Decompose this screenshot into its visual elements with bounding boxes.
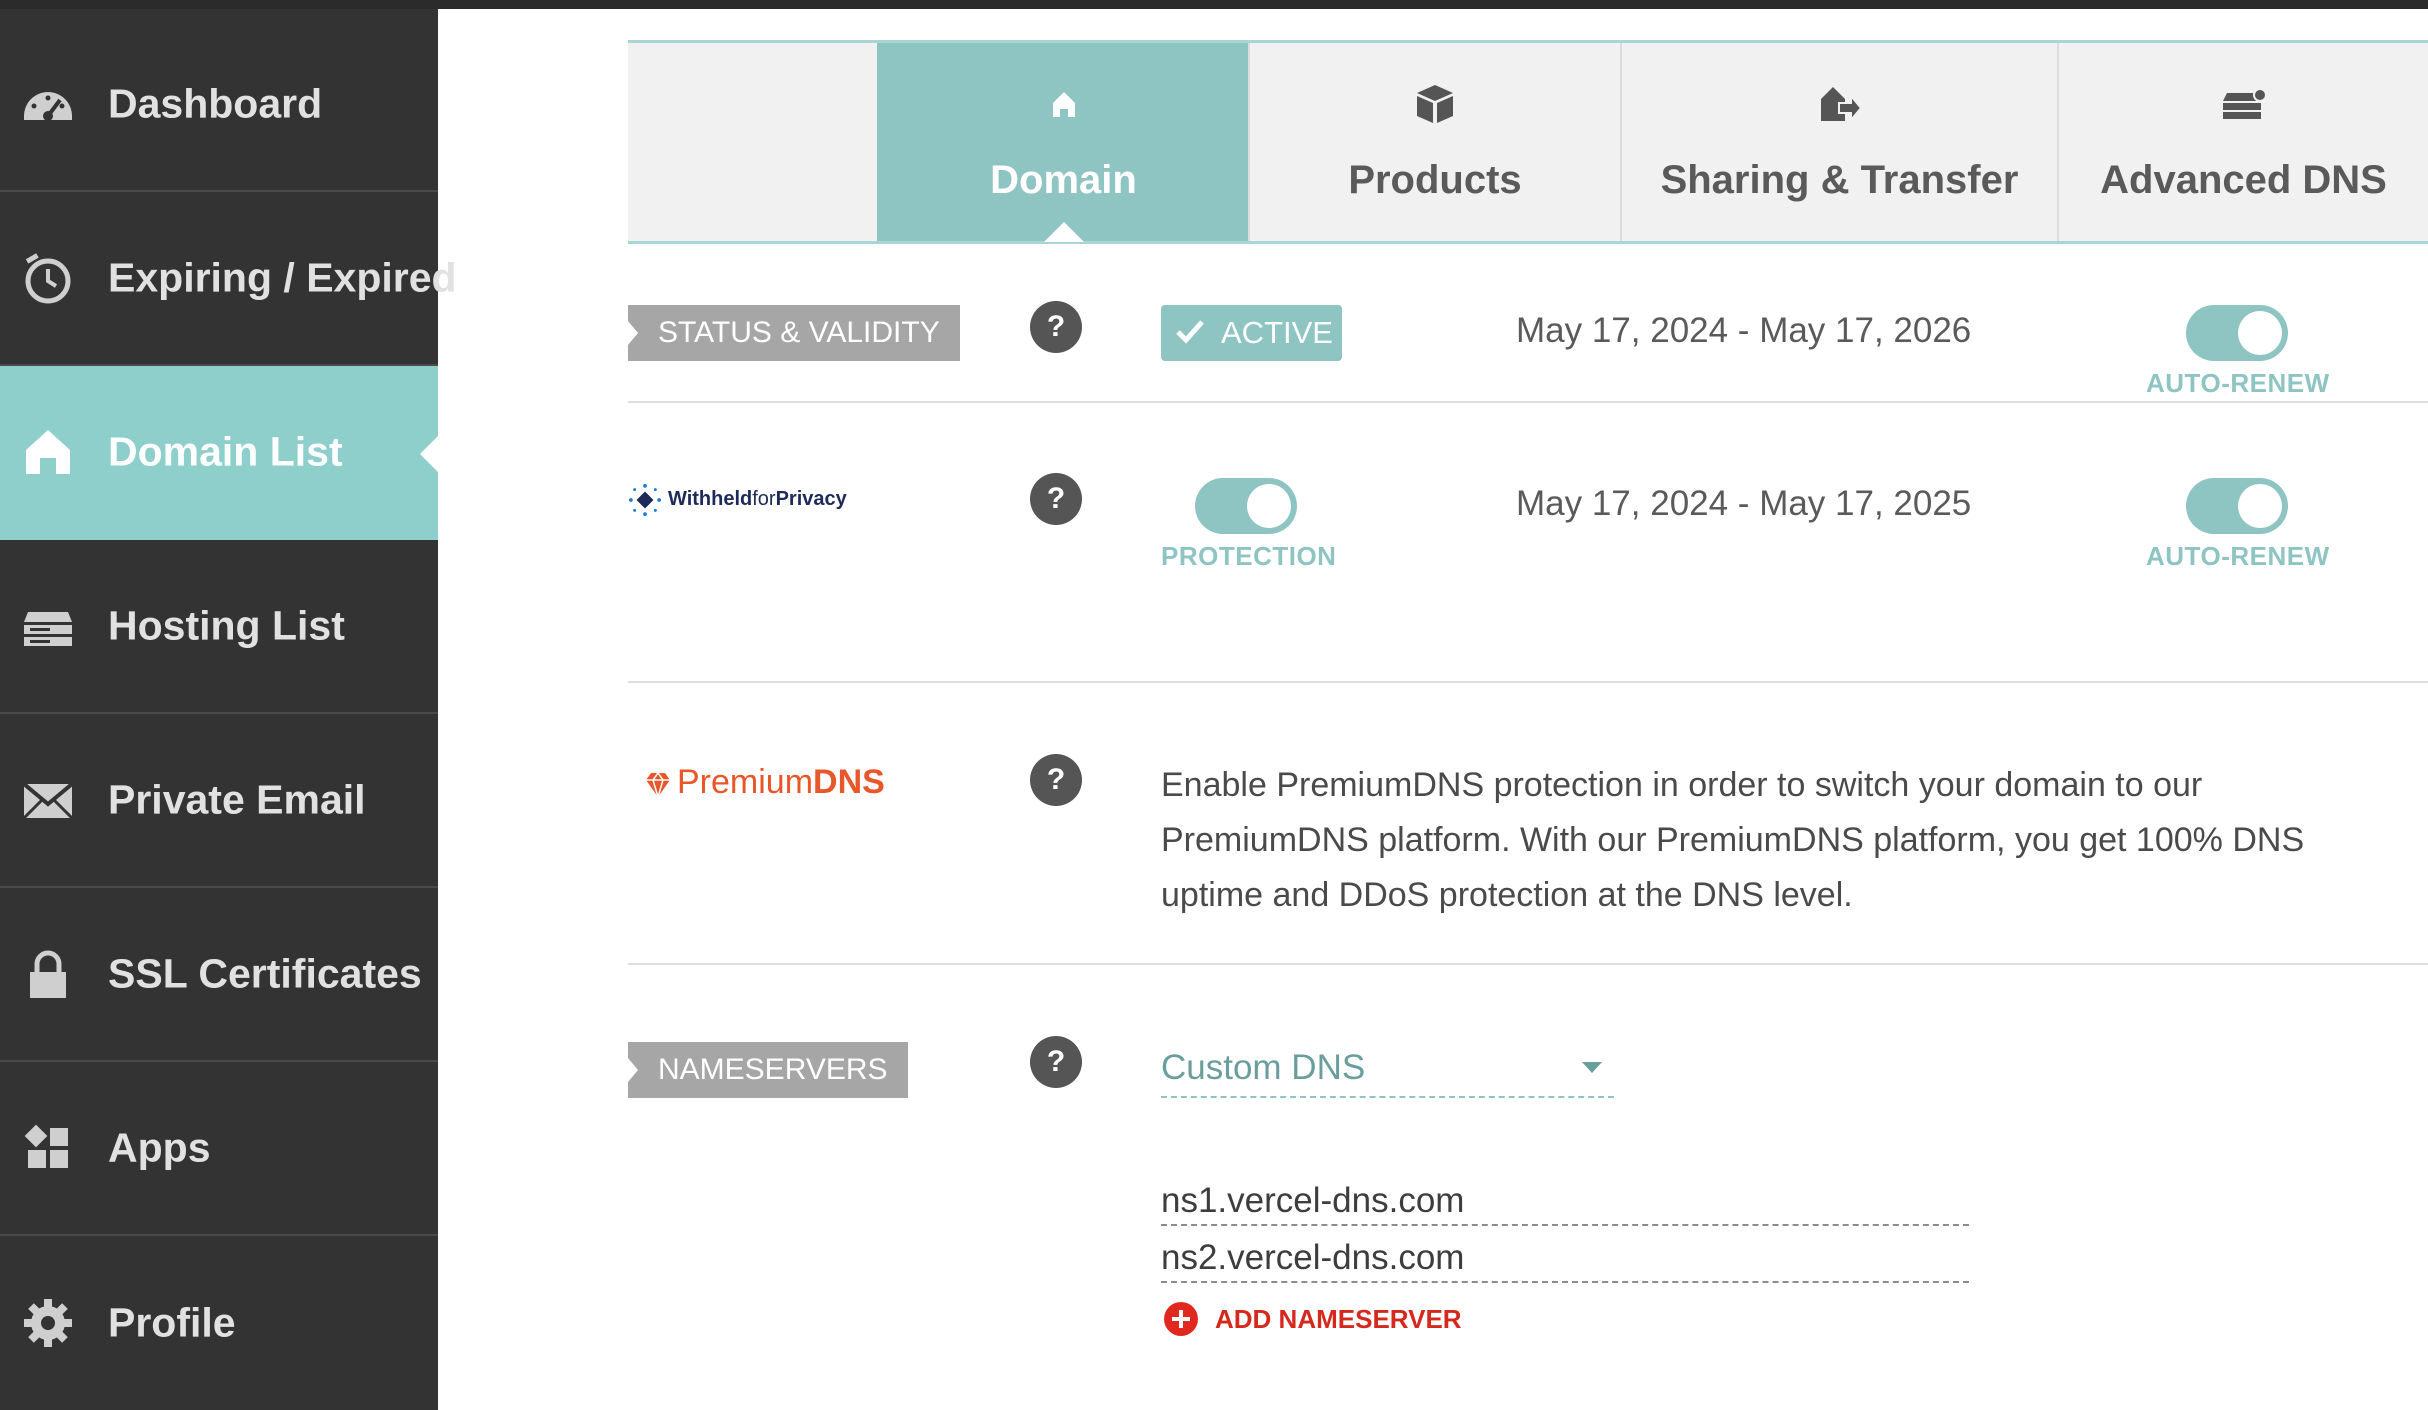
sidebar-item-label: Hosting List xyxy=(108,602,345,649)
sidebar-item-label: Profile xyxy=(108,1299,236,1346)
timer-icon xyxy=(25,253,71,304)
sidebar-item-label: Expiring / Expired xyxy=(108,254,457,301)
sidebar-item-label: Domain List xyxy=(108,428,343,475)
share-transfer-icon xyxy=(1820,87,1862,123)
premiumdns-description: Enable PremiumDNS protection in order to… xyxy=(1161,766,2305,914)
tab-sharing-transfer[interactable]: Sharing & Transfer xyxy=(1620,43,2057,241)
dns-server-icon xyxy=(2222,88,2267,119)
divider xyxy=(628,963,2428,965)
withheld-for-privacy-logo: WithheldforPrivacy xyxy=(668,488,847,510)
sidebar-item-apps[interactable]: Apps xyxy=(0,1062,438,1236)
lock-icon xyxy=(30,950,66,998)
nameserver-input-1[interactable]: ns1.vercel-dns.com xyxy=(1161,1176,1969,1226)
tab-advanced-dns[interactable]: Advanced DNS xyxy=(2057,43,2428,241)
divider xyxy=(628,401,2428,403)
domain-tabs: Domain Products Sharing & Transfer Advan… xyxy=(628,40,2428,244)
sidebar: Dashboard Expiring / Expired Domain List… xyxy=(0,9,457,1410)
apps-grid-icon xyxy=(24,1124,68,1168)
tab-label: Products xyxy=(1348,158,1522,202)
sidebar-item-label: Dashboard xyxy=(108,80,323,127)
sidebar-item-label: SSL Certificates xyxy=(108,950,422,997)
sidebar-item-dashboard[interactable]: Dashboard xyxy=(0,18,438,192)
sidebar-item-ssl-certificates[interactable]: SSL Certificates xyxy=(0,888,438,1062)
nameserver-type-select[interactable]: Custom DNS xyxy=(1161,1042,1614,1098)
auto-renew-toggle[interactable] xyxy=(2186,305,2288,361)
privacy-auto-renew-toggle[interactable] xyxy=(2186,478,2288,534)
sidebar-item-domain-list[interactable]: Domain List xyxy=(0,366,438,540)
tab-empty xyxy=(628,43,877,241)
nameservers-label: NAMESERVERS xyxy=(628,1042,908,1098)
status-badge: ACTIVE xyxy=(1161,305,1342,361)
tab-domain[interactable]: Domain xyxy=(877,43,1248,242)
envelope-icon xyxy=(22,782,74,820)
sidebar-item-label: Private Email xyxy=(108,776,366,823)
box-icon xyxy=(1417,85,1453,123)
status-validity-label: STATUS & VALIDITY xyxy=(628,305,960,361)
help-icon[interactable]: ? xyxy=(1030,473,1082,525)
gear-icon xyxy=(24,1299,72,1347)
auto-renew-caption: AUTO-RENEW xyxy=(2146,368,2330,398)
tab-products[interactable]: Products xyxy=(1248,43,1620,241)
plus-circle-icon xyxy=(1164,1302,1198,1336)
tab-label: Sharing & Transfer xyxy=(1660,158,2019,202)
sidebar-item-profile[interactable]: Profile xyxy=(0,1236,438,1410)
sidebar-item-hosting-list[interactable]: Hosting List xyxy=(0,540,438,714)
check-icon xyxy=(1176,320,1204,344)
domain-validity-dates: May 17, 2024 - May 17, 2026 xyxy=(1516,311,1972,350)
withheld-for-privacy-logo-icon xyxy=(629,484,661,516)
protection-toggle[interactable] xyxy=(1195,478,1297,534)
tab-label: Advanced DNS xyxy=(2100,158,2387,202)
privacy-validity-dates: May 17, 2024 - May 17, 2025 xyxy=(1516,484,1972,523)
nameserver-input-2[interactable]: ns2.vercel-dns.com xyxy=(1161,1233,1969,1283)
help-icon[interactable]: ? xyxy=(1030,301,1082,353)
home-icon xyxy=(1052,92,1075,117)
sidebar-item-expiring[interactable]: Expiring / Expired xyxy=(0,192,457,366)
top-bar xyxy=(0,0,2428,9)
help-icon[interactable]: ? xyxy=(1030,1036,1082,1088)
tab-label: Domain xyxy=(990,158,1137,202)
status-badge-text: ACTIVE xyxy=(1221,315,1333,350)
home-icon xyxy=(26,430,70,474)
server-icon xyxy=(24,612,72,646)
auto-renew-caption: AUTO-RENEW xyxy=(2146,541,2330,571)
speedometer-icon xyxy=(24,92,72,121)
premiumdns-gem-icon xyxy=(646,771,670,800)
sidebar-item-private-email[interactable]: Private Email xyxy=(0,714,438,888)
sidebar-item-label: Apps xyxy=(108,1124,211,1171)
nameserver-type-value: Custom DNS xyxy=(1161,1048,1366,1087)
premiumdns-logo: PremiumDNS xyxy=(677,763,885,801)
add-nameserver-label: ADD NAMESERVER xyxy=(1215,1304,1462,1334)
help-icon[interactable]: ? xyxy=(1030,754,1082,806)
protection-caption: PROTECTION xyxy=(1161,541,1337,571)
chevron-down-icon xyxy=(1582,1062,1602,1073)
divider xyxy=(628,681,2428,683)
